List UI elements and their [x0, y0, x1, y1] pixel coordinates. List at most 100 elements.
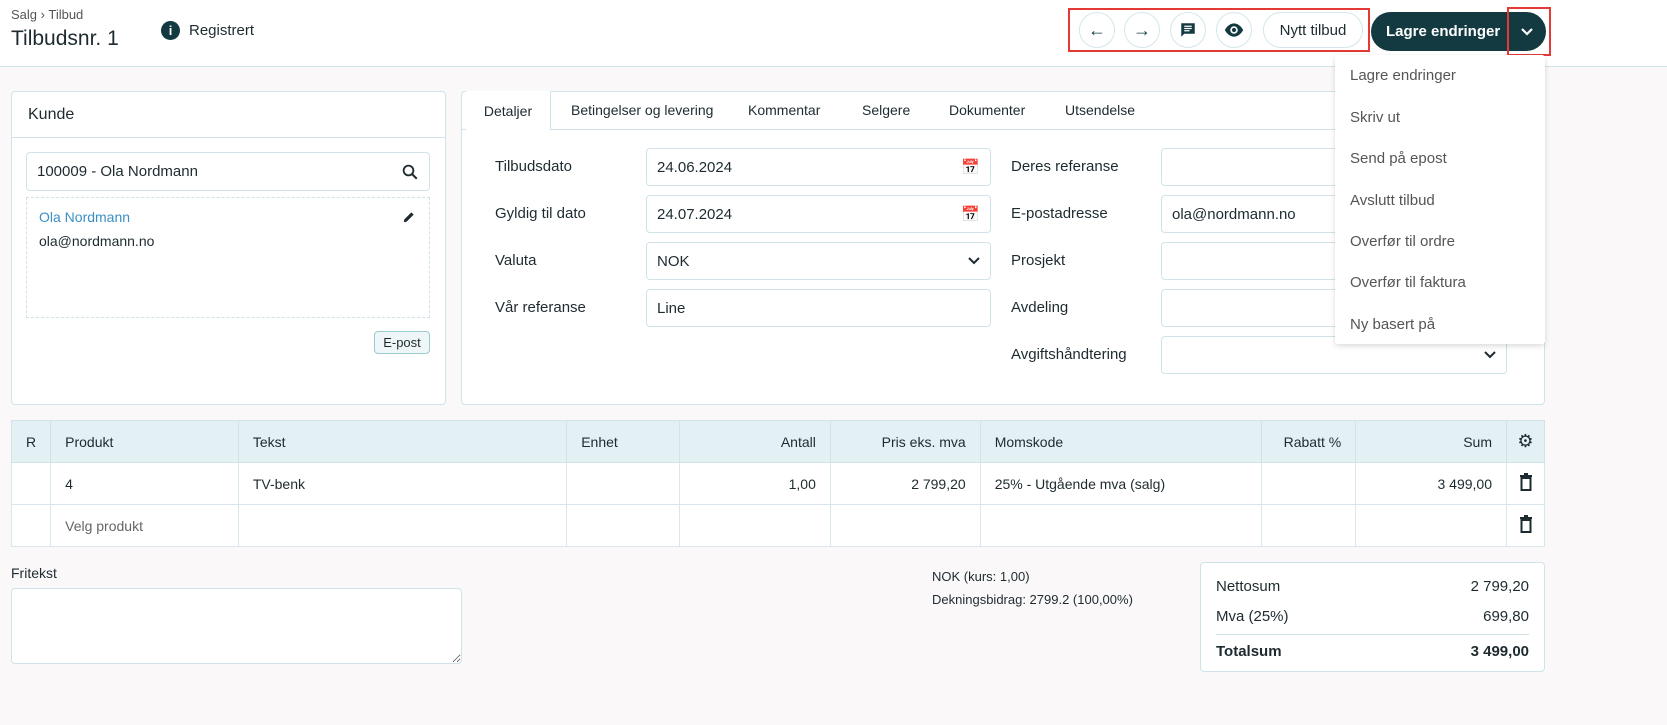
cell-enhet[interactable] — [566, 504, 681, 547]
offer-date-value: 24.06.2024 — [657, 158, 733, 176]
totals-total: Totalsum 3 499,00 — [1216, 643, 1529, 660]
table-row: 4 TV-benk 1,00 2 799,20 25% - Utgående m… — [10, 462, 1545, 505]
col-header-antall[interactable]: Antall — [679, 420, 831, 463]
cell-momskode[interactable] — [979, 504, 1263, 547]
search-icon[interactable] — [401, 163, 419, 181]
customer-search-value: 100009 - Ola Nordmann — [37, 163, 198, 180]
cell-antall[interactable]: 1,00 — [679, 462, 831, 505]
vat-value: 699,80 — [1483, 608, 1529, 625]
menu-item-close-offer[interactable]: Avslutt tilbud — [1350, 192, 1435, 209]
tax-handling-label: Avgiftshåndtering — [1011, 346, 1127, 363]
table-settings-button[interactable]: ⚙ — [1506, 420, 1545, 463]
comment-button[interactable] — [1170, 12, 1206, 48]
col-header-momskode[interactable]: Momskode — [979, 420, 1263, 463]
fritekst-textarea[interactable] — [11, 588, 462, 664]
menu-item-save[interactable]: Lagre endringer — [1350, 67, 1456, 84]
currency-value: NOK — [657, 252, 690, 270]
total-label: Totalsum — [1216, 643, 1282, 660]
cell-antall[interactable] — [679, 504, 831, 547]
col-header-tekst[interactable]: Tekst — [237, 420, 568, 463]
totals-box: Nettosum 2 799,20 Mva (25%) 699,80 Totalsu… — [1200, 562, 1545, 672]
offer-date-label: Tilbudsdato — [495, 158, 572, 175]
cell-pris[interactable] — [829, 504, 981, 547]
email-address-label: E-postadresse — [1011, 205, 1108, 222]
email-address-value: ola@nordmann.no — [1172, 205, 1296, 223]
your-reference-label: Deres referanse — [1011, 158, 1119, 175]
col-header-pris[interactable]: Pris eks. mva — [829, 420, 981, 463]
customer-info-box: Ola Nordmann ola@nordmann.no — [26, 197, 430, 318]
department-label: Avdeling — [1011, 299, 1069, 316]
customer-name-link[interactable]: Ola Nordmann — [39, 209, 130, 225]
cell-enhet[interactable] — [566, 462, 681, 505]
col-header-enhet[interactable]: Enhet — [566, 420, 681, 463]
totals-net: Nettosum 2 799,20 — [1216, 578, 1529, 595]
arrow-left-icon: ← — [1088, 19, 1106, 40]
calendar-icon[interactable]: 📅 — [961, 158, 980, 176]
menu-item-transfer-invoice[interactable]: Overfør til faktura — [1350, 274, 1466, 291]
calendar-icon[interactable]: 📅 — [961, 205, 980, 223]
cell-rabatt[interactable] — [1261, 504, 1357, 547]
margin-info: Dekningsbidrag: 2799.2 (100,00%) — [932, 592, 1133, 607]
net-label: Nettosum — [1216, 578, 1281, 595]
tab-betingelser[interactable]: Betingelser og levering — [571, 91, 713, 129]
delete-row-button[interactable] — [1506, 504, 1545, 547]
cell-tekst[interactable] — [237, 504, 568, 547]
valid-until-input[interactable]: 24.07.2024 📅 — [646, 195, 991, 233]
vat-label: Mva (25%) — [1216, 608, 1289, 625]
trash-icon — [1519, 515, 1532, 533]
totals-divider — [1216, 634, 1529, 635]
menu-item-send-email[interactable]: Send på epost — [1350, 150, 1447, 167]
menu-item-print[interactable]: Skriv ut — [1350, 109, 1400, 126]
eye-icon — [1224, 23, 1244, 37]
new-offer-button[interactable]: Nytt tilbud — [1263, 12, 1363, 48]
status-text: Registrert — [189, 22, 255, 39]
chevron-down-icon — [968, 257, 980, 265]
tab-utsendelse[interactable]: Utsendelse — [1065, 91, 1135, 129]
status-badge: i Registrert — [161, 21, 254, 40]
cell-sum — [1355, 504, 1507, 547]
cell-r[interactable] — [10, 462, 52, 505]
col-header-r[interactable]: R — [10, 420, 52, 463]
total-value: 3 499,00 — [1470, 643, 1529, 660]
col-header-produkt[interactable]: Produkt — [50, 420, 239, 463]
cell-rabatt[interactable] — [1261, 462, 1357, 505]
tab-dokumenter[interactable]: Dokumenter — [949, 91, 1025, 129]
valid-until-value: 24.07.2024 — [657, 205, 733, 223]
project-label: Prosjekt — [1011, 252, 1066, 269]
totals-vat: Mva (25%) 699,80 — [1216, 608, 1529, 625]
currency-info: NOK (kurs: 1,00) — [932, 569, 1030, 584]
fritekst-label: Fritekst — [11, 565, 57, 581]
customer-search-input[interactable]: 100009 - Ola Nordmann — [26, 152, 430, 191]
col-header-rabatt[interactable]: Rabatt % — [1261, 420, 1357, 463]
our-reference-input[interactable]: Line — [646, 289, 991, 327]
preview-button[interactable] — [1216, 12, 1252, 48]
menu-item-transfer-order[interactable]: Overfør til ordre — [1350, 233, 1455, 250]
cell-r[interactable] — [10, 504, 52, 547]
page-title: Tilbudsnr. 1 — [11, 27, 119, 50]
next-button[interactable]: → — [1124, 12, 1160, 48]
tab-kommentar[interactable]: Kommentar — [748, 91, 820, 129]
tab-detaljer[interactable]: Detaljer — [466, 91, 551, 130]
breadcrumb-tilbud[interactable]: Tilbud — [48, 7, 83, 22]
customer-heading: Kunde — [12, 92, 445, 138]
new-product-placeholder[interactable]: Velg produkt — [50, 504, 239, 547]
cell-pris[interactable]: 2 799,20 — [829, 462, 981, 505]
chevron-down-icon — [1484, 351, 1496, 359]
menu-item-new-based-on[interactable]: Ny basert på — [1350, 316, 1435, 333]
offer-date-input[interactable]: 24.06.2024 📅 — [646, 148, 991, 186]
delete-row-button[interactable] — [1506, 462, 1545, 505]
breadcrumb-salg[interactable]: Salg — [11, 7, 37, 22]
cell-tekst[interactable]: TV-benk — [237, 462, 568, 505]
email-button[interactable]: E-post — [374, 331, 430, 354]
edit-pencil-icon[interactable] — [402, 210, 416, 224]
our-reference-value: Line — [657, 299, 686, 317]
currency-select[interactable]: NOK — [646, 242, 991, 280]
cell-produkt[interactable]: 4 — [50, 462, 239, 505]
tab-selgere[interactable]: Selgere — [862, 91, 910, 129]
previous-button[interactable]: ← — [1079, 12, 1115, 48]
cell-momskode[interactable]: 25% - Utgående mva (salg) — [979, 462, 1263, 505]
comment-icon — [1181, 23, 1195, 37]
arrow-right-icon: → — [1133, 19, 1151, 40]
table-header-row: R Produkt Tekst Enhet Antall Pris eks. m… — [10, 420, 1545, 463]
col-header-sum[interactable]: Sum — [1355, 420, 1507, 463]
